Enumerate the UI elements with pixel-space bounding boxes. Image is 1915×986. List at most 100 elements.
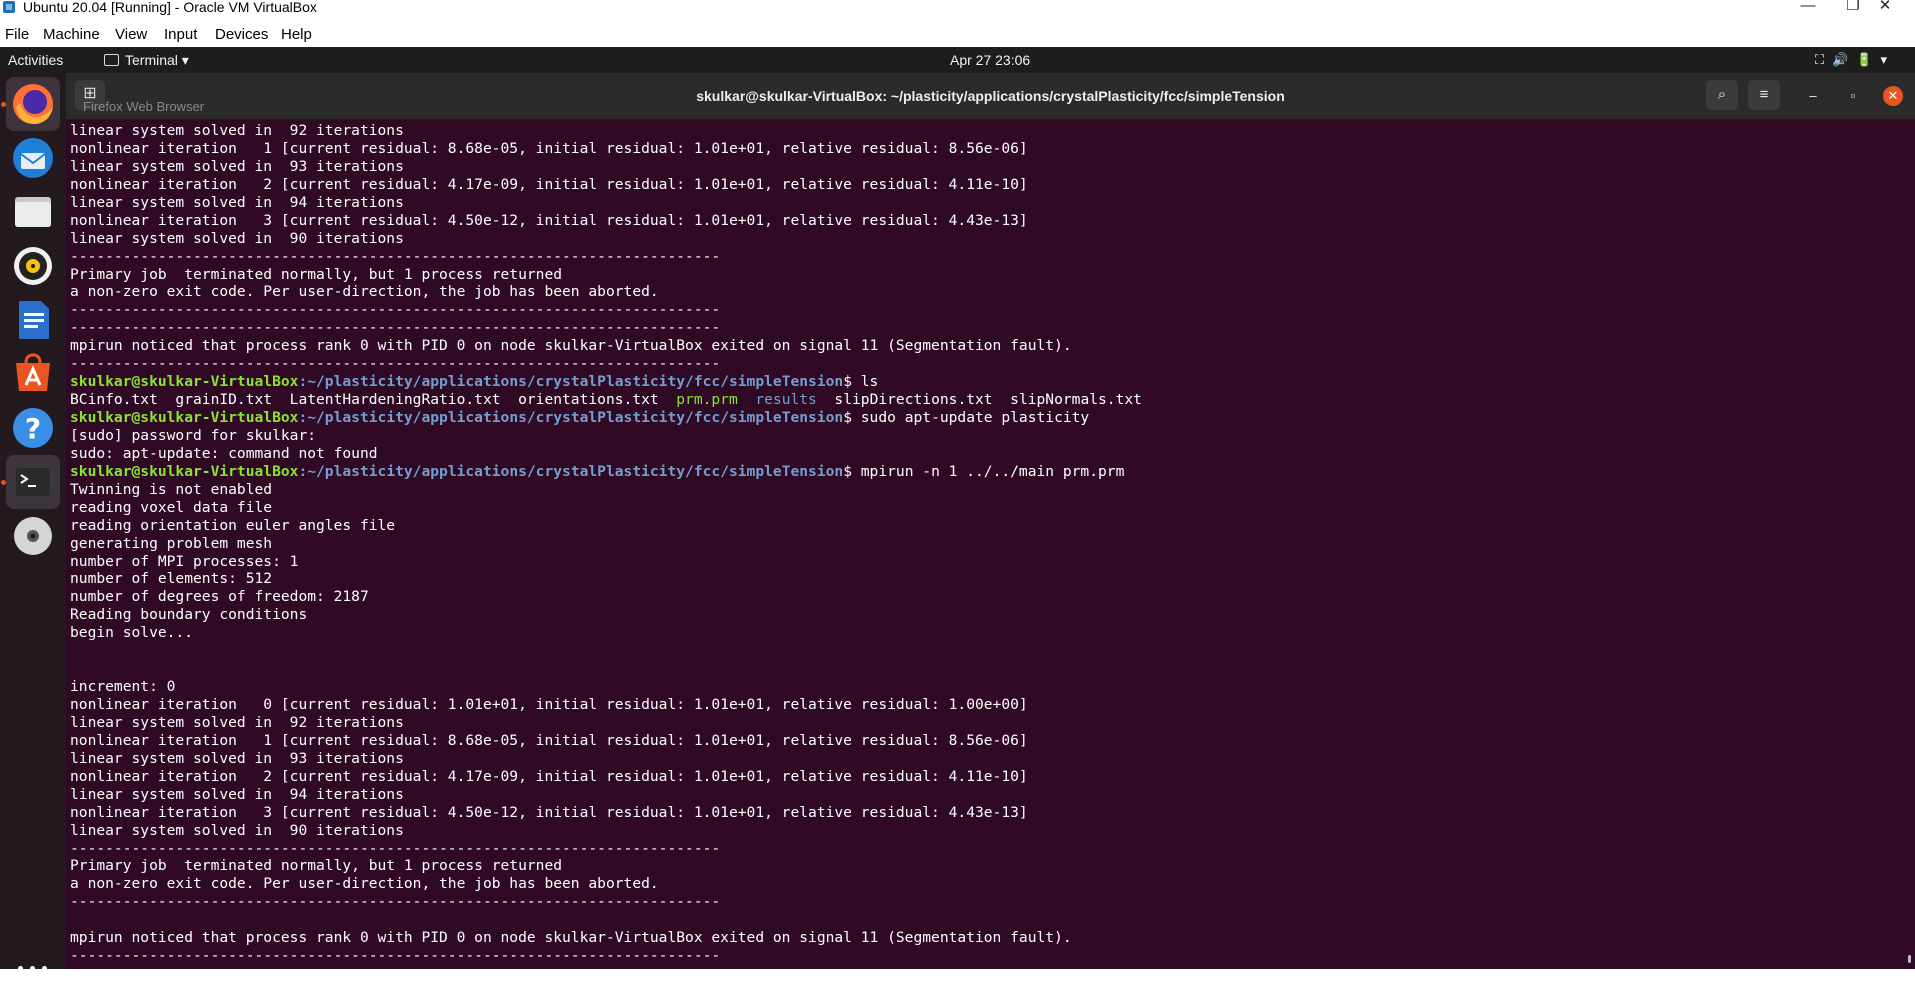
dock-tooltip: Firefox Web Browser (83, 99, 205, 114)
host-minimize-button[interactable]: — (1793, 0, 1823, 15)
terminal-line: nonlinear iteration 1 [current residual:… (70, 139, 1028, 157)
menu-button[interactable]: ≡ (1748, 80, 1780, 110)
prompt-user: skulkar@skulkar-VirtualBox (70, 462, 299, 480)
terminal-line: ----------------------------------------… (70, 893, 721, 911)
terminal-line: a non-zero exit code. Per user-direction… (70, 875, 659, 893)
close-icon: ✕ (1887, 88, 1899, 103)
menu-input[interactable]: Input (164, 24, 197, 46)
terminal-line: nonlinear iteration 0 [current residual:… (70, 696, 1028, 713)
terminal-line: mpirun noticed that process rank 0 with … (70, 337, 1072, 355)
terminal-line: nonlinear iteration 2 [current residual:… (70, 767, 1028, 785)
dock-files[interactable] (6, 185, 60, 239)
host-window-title: Ubuntu 20.04 [Running] - Oracle VM Virtu… (23, 0, 317, 15)
terminal-line: ----------------------------------------… (70, 839, 721, 857)
terminal-line: a non-zero exit code. Per user-direction… (70, 283, 659, 301)
terminal-line: nonlinear iteration 3 [current residual:… (70, 803, 1028, 821)
prompt-user: skulkar@skulkar-VirtualBox (70, 373, 299, 391)
prompt-command: $ sudo apt-update plasticity (843, 409, 1090, 426)
terminal-line: linear system solved in 90 iterations (70, 821, 404, 839)
close-button[interactable]: ✕ (1883, 86, 1903, 106)
terminal-line: linear system solved in 93 iterations (70, 157, 404, 175)
terminal-line: [sudo] password for skulkar: (70, 426, 317, 444)
terminal-line: number of MPI processes: 1 (70, 552, 299, 570)
dock-libreoffice-writer[interactable] (6, 293, 60, 347)
ubuntu-software-icon (16, 353, 50, 391)
terminal-line: ----------------------------------------… (70, 947, 721, 965)
host-menubar: File Machine View Input Devices Help (0, 24, 1915, 46)
terminal-line: increment: 0 (70, 678, 176, 696)
gnome-top-bar: Activities Terminal ▾ Apr 27 23:06 ⛶🔊🔋▾ (0, 47, 1915, 73)
menu-devices[interactable]: Devices (215, 24, 268, 46)
dock-ubuntu-software[interactable] (6, 347, 60, 401)
terminal-small-icon (104, 54, 119, 66)
activities-button[interactable]: Activities (8, 47, 63, 73)
app-menu-terminal[interactable]: Terminal ▾ (104, 47, 189, 73)
dock-firefox[interactable] (6, 77, 60, 131)
terminal-line: reading voxel data file (70, 498, 273, 516)
terminal-line: linear system solved in 94 iterations (70, 193, 404, 211)
menu-file[interactable]: File (5, 24, 29, 46)
terminal-line: ----------------------------------------… (70, 301, 721, 319)
terminal-line: sudo: apt-update: command not found (70, 444, 378, 462)
terminal-output[interactable]: linear system solved in 92 iterations no… (70, 122, 1900, 969)
ls-files-rest: slipDirections.txt slipNormals.txt (816, 391, 1142, 409)
dock-help[interactable]: ? (6, 401, 60, 455)
ls-gap (738, 391, 756, 408)
clock[interactable]: Apr 27 23:06 (950, 47, 1030, 73)
terminal-line: generating problem mesh (70, 534, 273, 552)
terminal-running-indicator (1, 480, 6, 485)
host-restore-button[interactable]: ❐ (1838, 0, 1868, 15)
show-applications-icon[interactable] (18, 966, 48, 986)
maximize-button[interactable]: ▫ (1843, 86, 1863, 106)
ls-exec-file: prm.prm (676, 391, 738, 409)
dock-rhythmbox[interactable] (6, 239, 60, 293)
terminal-headerbar: ⊞ skulkar@skulkar-VirtualBox: ~/plastici… (66, 73, 1915, 120)
host-titlebar: Ubuntu 20.04 [Running] - Oracle VM Virtu… (0, 0, 1915, 15)
virtualbox-logo-icon (3, 1, 15, 13)
menu-help[interactable]: Help (281, 24, 312, 46)
prompt-path: :~/plasticity/applications/crystalPlasti… (298, 373, 844, 391)
dock-dvd[interactable] (6, 509, 60, 563)
terminal-line: ----------------------------------------… (70, 319, 721, 337)
terminal-line: linear system solved in 90 iterations (70, 229, 404, 247)
thunderbird-icon (13, 138, 53, 178)
libreoffice-writer-icon (19, 301, 49, 339)
terminal-line: linear system solved in 92 iterations (70, 713, 404, 731)
firefox-icon (13, 84, 53, 125)
dock-thunderbird[interactable] (6, 131, 60, 185)
terminal-line: ----------------------------------------… (70, 355, 721, 373)
menu-machine[interactable]: Machine (43, 24, 100, 46)
terminal-line: Primary job terminated normally, but 1 p… (70, 857, 563, 875)
prompt-line: skulkar@skulkar-VirtualBox:~/plasticity/… (70, 409, 1900, 427)
terminal-line: Reading boundary conditions (70, 606, 308, 624)
terminal-line: Twinning is not enabled (70, 480, 273, 498)
terminal-line: reading orientation euler angles file (70, 516, 396, 534)
terminal-line: mpirun noticed that process rank 0 with … (70, 929, 1072, 947)
prompt-user: skulkar@skulkar-VirtualBox (70, 409, 299, 426)
dock-terminal[interactable] (6, 455, 60, 509)
maximize-icon: ▫ (1850, 88, 1856, 103)
terminal-line: linear system solved in 92 iterations (70, 122, 404, 139)
terminal-scrollbar[interactable] (1908, 955, 1911, 963)
search-icon: ⌕ (1717, 86, 1727, 103)
terminal-line: nonlinear iteration 2 [current residual:… (70, 175, 1028, 193)
menu-view[interactable]: View (115, 24, 147, 46)
help-icon: ? (13, 408, 53, 448)
prompt-line: skulkar@skulkar-VirtualBox:~/plasticity/… (70, 373, 1900, 391)
search-button[interactable]: ⌕ (1706, 80, 1738, 110)
files-icon (15, 197, 51, 227)
prompt-command: $ mpirun -n 1 ../../main prm.prm (843, 462, 1125, 480)
host-close-button[interactable]: ✕ (1870, 0, 1900, 15)
prompt-path: :~/plasticity/applications/crystalPlasti… (298, 409, 844, 426)
prompt-path: :~/plasticity/applications/crystalPlasti… (298, 462, 844, 480)
terminal-icon (14, 466, 52, 498)
minimize-button[interactable]: – (1803, 86, 1823, 106)
terminal-line: nonlinear iteration 1 [current residual:… (70, 731, 1028, 749)
prompt-command: $ ls (843, 373, 879, 391)
terminal-line: number of degrees of freedom: 2187 (70, 588, 369, 606)
system-tray[interactable]: ⛶🔊🔋▾ (1815, 47, 1895, 73)
terminal-line: begin solve... (70, 624, 194, 642)
terminal-line: linear system solved in 93 iterations (70, 749, 404, 767)
